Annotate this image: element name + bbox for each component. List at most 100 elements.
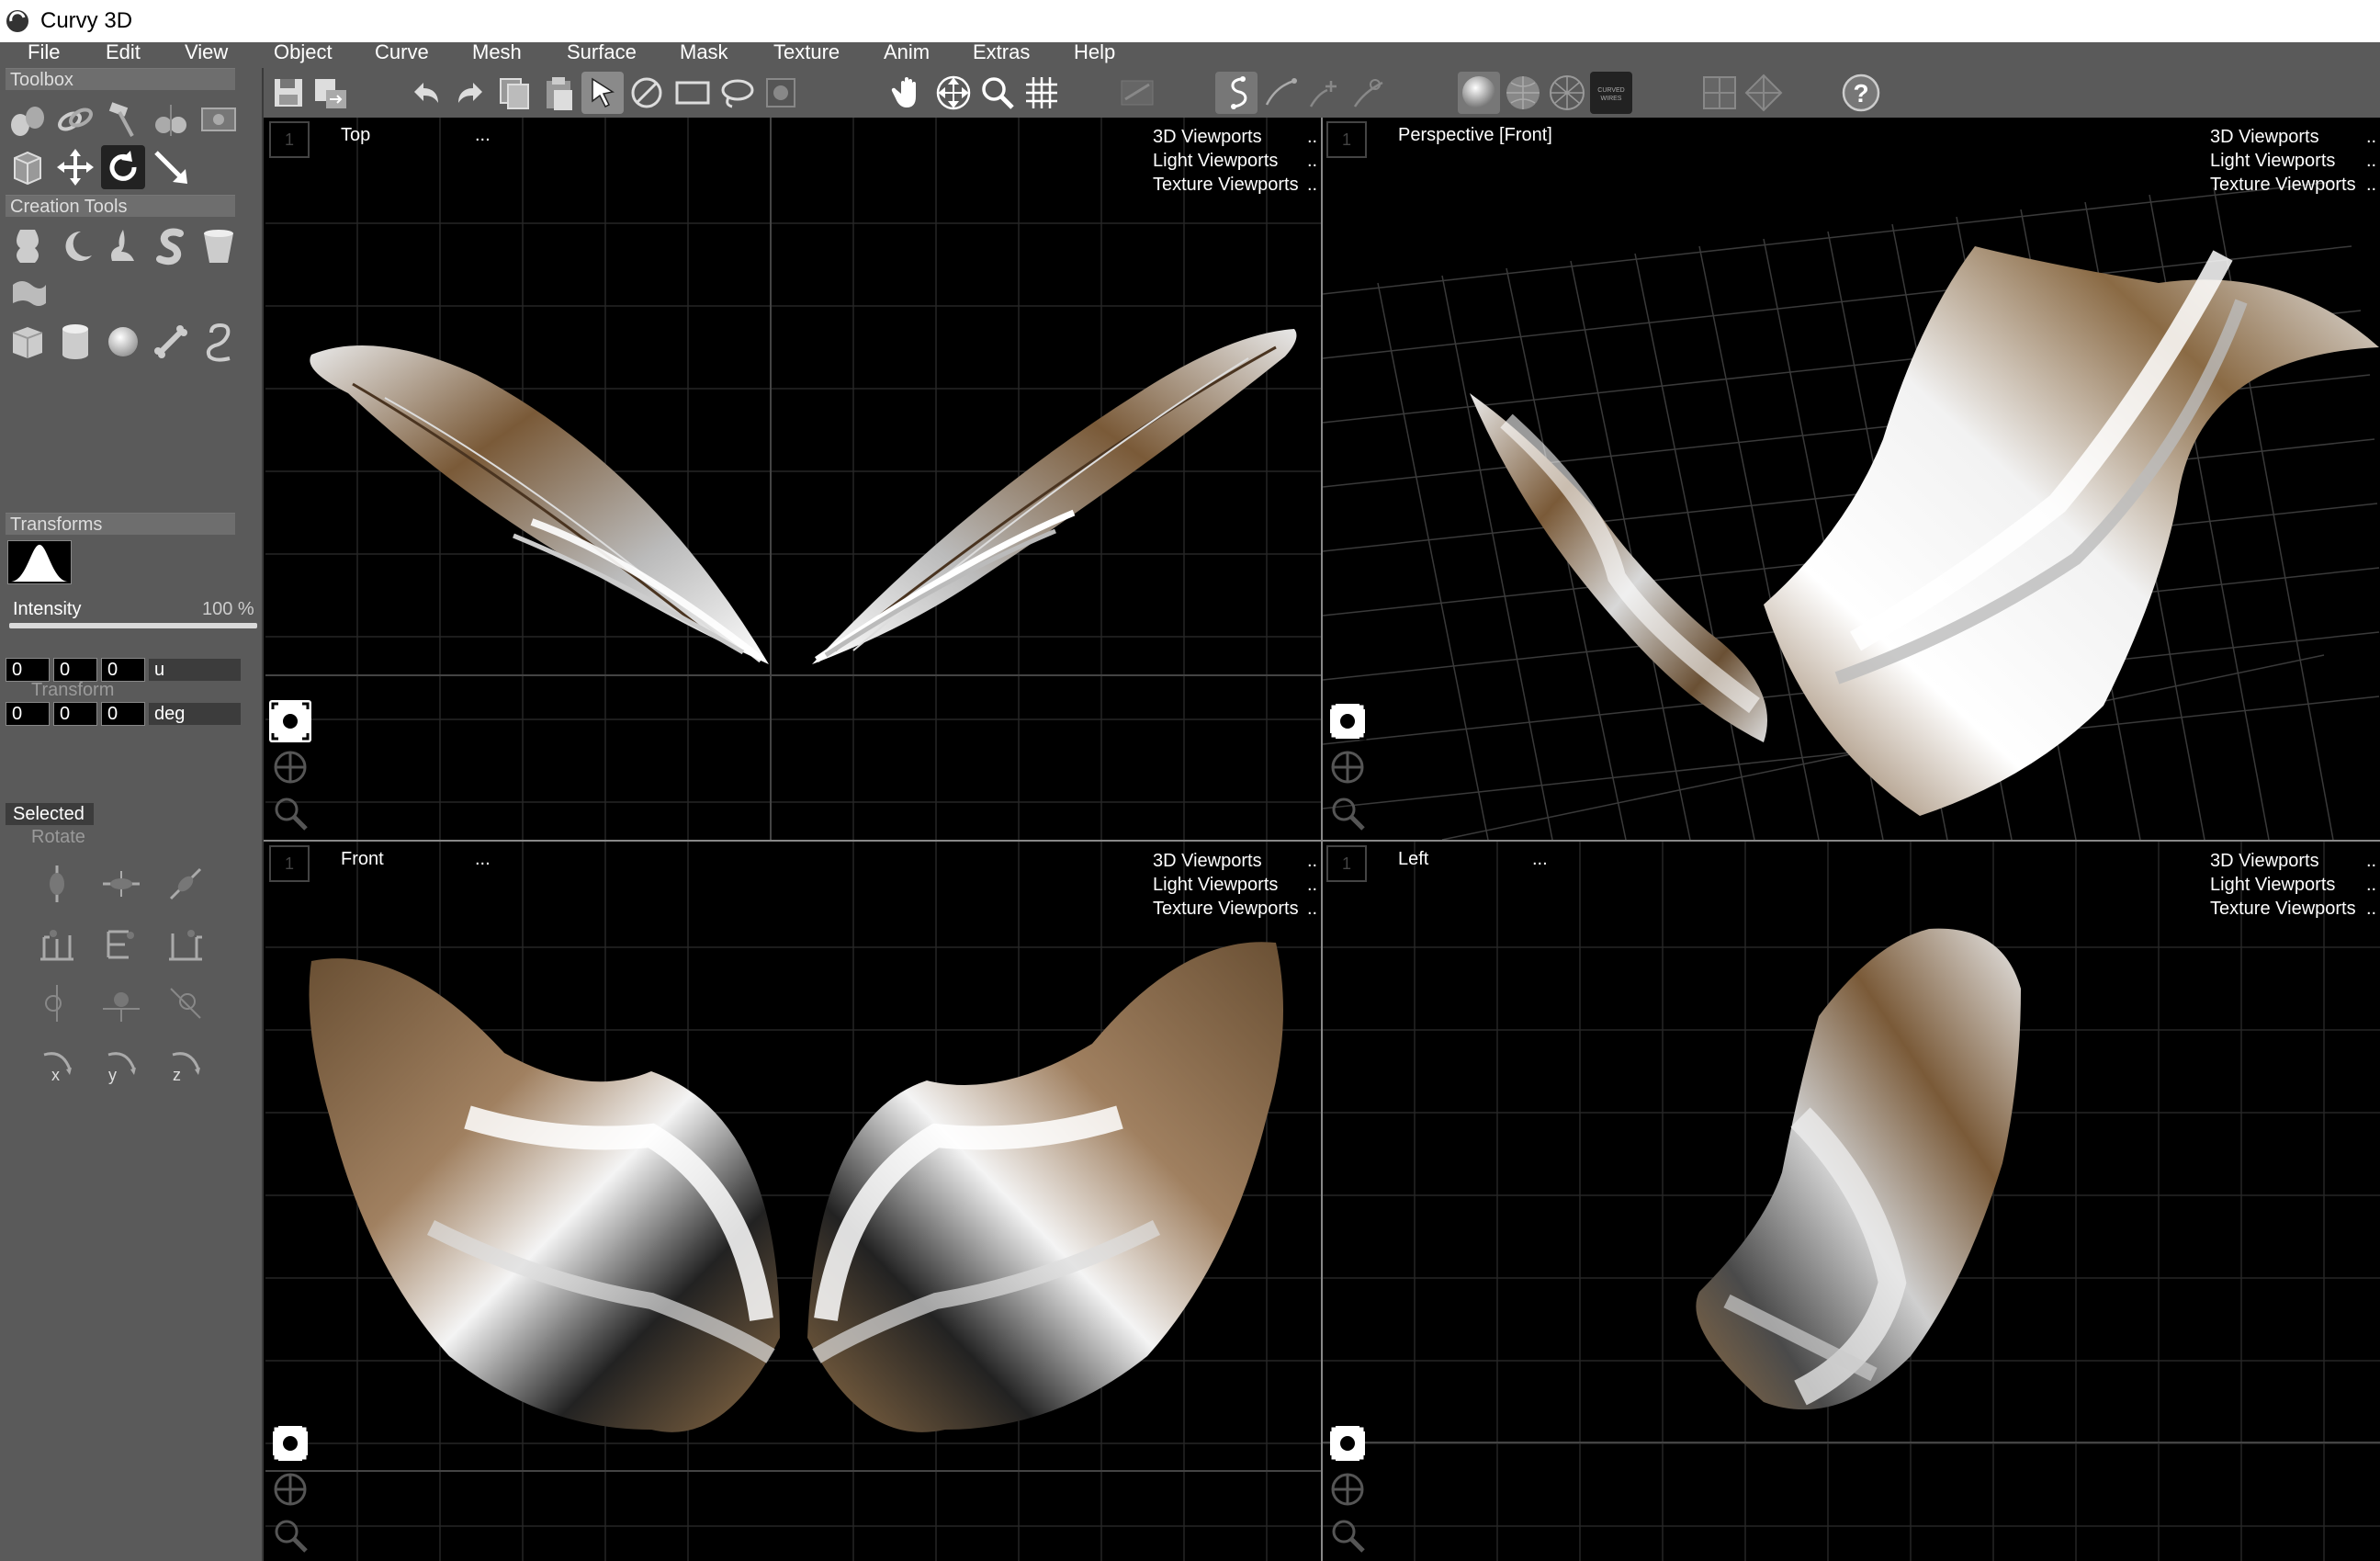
select-arrow-icon[interactable] bbox=[581, 72, 624, 114]
menu-edit[interactable]: Edit bbox=[106, 42, 141, 62]
rotate-y-field[interactable]: 0 bbox=[53, 702, 97, 726]
viewport-front-number[interactable]: 1 bbox=[269, 845, 310, 882]
scale-icon[interactable] bbox=[149, 145, 193, 189]
rotate-x-field[interactable]: 0 bbox=[6, 702, 50, 726]
overflow-dots[interactable]: .. bbox=[2366, 897, 2376, 921]
pivot-top-icon[interactable] bbox=[164, 922, 208, 967]
camera-target-icon[interactable] bbox=[269, 700, 311, 742]
menu-surface[interactable]: Surface bbox=[567, 42, 637, 62]
menu-texture[interactable]: Texture bbox=[773, 42, 840, 62]
rotate-z-field[interactable]: 0 bbox=[101, 702, 145, 726]
camera-target-icon[interactable] bbox=[1326, 1422, 1369, 1465]
viewport-top-number[interactable]: 1 bbox=[269, 121, 310, 158]
cylinder-icon[interactable] bbox=[53, 320, 97, 364]
shaded-sphere-icon[interactable] bbox=[1458, 72, 1500, 114]
rotate-unit[interactable]: deg bbox=[149, 703, 241, 725]
help-icon[interactable]: ? bbox=[1840, 72, 1882, 114]
viewport-left-number[interactable]: 1 bbox=[1326, 845, 1367, 882]
viewport-zoom-icon[interactable] bbox=[1326, 792, 1369, 834]
save-as-icon[interactable] bbox=[310, 72, 352, 114]
menu-mesh[interactable]: Mesh bbox=[472, 42, 522, 62]
viewport-top-options[interactable]: ... bbox=[475, 125, 491, 146]
crescent-icon[interactable] bbox=[53, 224, 97, 268]
mirror-diagonal-icon[interactable] bbox=[164, 981, 208, 1025]
rotate-y-button[interactable]: y bbox=[99, 1044, 143, 1088]
viewport-perspective-number[interactable]: 1 bbox=[1326, 121, 1367, 158]
curve-add-icon[interactable] bbox=[1303, 72, 1346, 114]
overflow-dots[interactable]: .. bbox=[2366, 873, 2376, 897]
flag-surface-icon[interactable] bbox=[6, 272, 50, 316]
viewport-left-name[interactable]: Left bbox=[1398, 849, 1428, 870]
single-view-icon[interactable] bbox=[1698, 72, 1741, 114]
wing-model-left[interactable] bbox=[1323, 842, 2380, 1561]
align-diagonal-icon[interactable] bbox=[164, 862, 208, 906]
viewport-perspective-texture-link[interactable]: Texture Viewports bbox=[2210, 173, 2356, 197]
viewport-front-texture-link[interactable]: Texture Viewports bbox=[1153, 897, 1299, 921]
curved-wires-icon[interactable]: CURVED WIRES bbox=[1590, 72, 1632, 114]
intensity-slider[interactable] bbox=[9, 623, 257, 628]
pivot-center-icon[interactable] bbox=[99, 922, 143, 967]
menu-extras[interactable]: Extras bbox=[973, 42, 1030, 62]
overflow-dots[interactable]: .. bbox=[2366, 849, 2376, 873]
menu-help[interactable]: Help bbox=[1074, 42, 1115, 62]
overflow-dots[interactable]: .. bbox=[1307, 849, 1317, 873]
cube-icon[interactable] bbox=[6, 320, 50, 364]
wing-model-perspective[interactable] bbox=[1323, 118, 2380, 840]
translate-unit[interactable]: u bbox=[149, 659, 241, 681]
viewport-top-name[interactable]: Top bbox=[341, 125, 370, 146]
mirror-horizontal-icon[interactable] bbox=[99, 981, 143, 1025]
viewport-top[interactable]: 1 Top ... 3D Viewports Light Viewports T… bbox=[265, 118, 1321, 840]
paste-icon[interactable] bbox=[537, 72, 580, 114]
copy-icon[interactable] bbox=[493, 72, 536, 114]
viewport-top-texture-link[interactable]: Texture Viewports bbox=[1153, 173, 1299, 197]
ruler-icon[interactable] bbox=[1116, 72, 1158, 114]
viewport-front[interactable]: 1 Front ... 3D Viewports Light Viewports… bbox=[265, 842, 1321, 1561]
align-horizontal-icon[interactable] bbox=[99, 862, 143, 906]
quad-view-icon[interactable] bbox=[1743, 72, 1785, 114]
viewport-front-light-link[interactable]: Light Viewports bbox=[1153, 873, 1299, 897]
falloff-curve-preview[interactable] bbox=[7, 540, 72, 584]
viewport-zoom-icon[interactable] bbox=[269, 1514, 311, 1556]
viewport-left-texture-link[interactable]: Texture Viewports bbox=[2210, 897, 2356, 921]
orbit-icon[interactable] bbox=[269, 746, 311, 788]
menu-curve[interactable]: Curve bbox=[375, 42, 429, 62]
zoom-icon[interactable] bbox=[976, 72, 1019, 114]
sweep-icon[interactable] bbox=[101, 224, 145, 268]
screen-icon[interactable] bbox=[197, 97, 241, 141]
orbit-icon[interactable] bbox=[1326, 1468, 1369, 1510]
wire-sphere-icon[interactable] bbox=[1502, 72, 1544, 114]
viewport-top-3d-link[interactable]: 3D Viewports bbox=[1153, 125, 1299, 149]
lasso-select-icon[interactable] bbox=[716, 72, 758, 114]
link-icon[interactable] bbox=[53, 97, 97, 141]
menu-object[interactable]: Object bbox=[274, 42, 333, 62]
grid-icon[interactable] bbox=[1021, 72, 1063, 114]
mirror-vertical-icon[interactable] bbox=[35, 981, 79, 1025]
pan-hand-icon[interactable] bbox=[888, 72, 931, 114]
overflow-dots[interactable]: .. bbox=[1307, 149, 1317, 173]
align-vertical-icon[interactable] bbox=[35, 862, 79, 906]
camera-target-icon[interactable] bbox=[269, 1422, 311, 1465]
viewport-front-options[interactable]: ... bbox=[475, 849, 491, 870]
deselect-icon[interactable] bbox=[626, 72, 668, 114]
viewport-perspective-light-link[interactable]: Light Viewports bbox=[2210, 149, 2356, 173]
sphere-icon[interactable] bbox=[101, 320, 145, 364]
overflow-dots[interactable]: .. bbox=[2366, 173, 2376, 197]
lathe-icon[interactable] bbox=[6, 224, 50, 268]
rotate-icon[interactable] bbox=[101, 145, 145, 189]
move-icon[interactable] bbox=[53, 145, 97, 189]
undo-icon[interactable] bbox=[405, 72, 447, 114]
viewport-top-light-link[interactable]: Light Viewports bbox=[1153, 149, 1299, 173]
redo-icon[interactable] bbox=[449, 72, 491, 114]
viewport-zoom-icon[interactable] bbox=[269, 792, 311, 834]
menu-view[interactable]: View bbox=[185, 42, 228, 62]
bone-icon[interactable] bbox=[149, 320, 193, 364]
viewport-zoom-icon[interactable] bbox=[1326, 1514, 1369, 1556]
translate-x-field[interactable]: 0 bbox=[6, 658, 50, 682]
overflow-dots[interactable]: .. bbox=[1307, 173, 1317, 197]
orbit-icon[interactable] bbox=[1326, 746, 1369, 788]
rotate-x-button[interactable]: x bbox=[35, 1044, 79, 1088]
rotate-z-button[interactable]: z bbox=[164, 1044, 208, 1088]
viewport-perspective[interactable]: 1 Perspective [Front] 3D Viewports Light… bbox=[1323, 118, 2380, 840]
save-icon[interactable] bbox=[267, 72, 310, 114]
menu-anim[interactable]: Anim bbox=[884, 42, 930, 62]
